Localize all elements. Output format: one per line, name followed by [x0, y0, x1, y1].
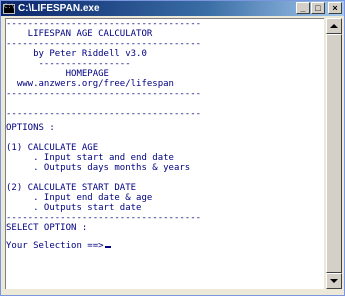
console-line: ------------------------------------	[6, 19, 202, 29]
console-icon	[3, 3, 15, 14]
selection-prompt[interactable]: Your Selection ==>	[6, 241, 111, 251]
minimize-button[interactable]: _	[296, 2, 310, 14]
title-bar[interactable]: C:\LIFESPAN.exe _ □ ×	[1, 1, 344, 16]
console-line: . Input end date & age	[6, 193, 153, 203]
scroll-up-button[interactable]	[326, 18, 342, 34]
console-line: ------------------------------------	[6, 39, 202, 49]
console-line: ------------------------------------	[6, 213, 202, 223]
console-line: -----------------	[6, 59, 131, 69]
console-line: . Outputs days months & years	[6, 163, 191, 173]
scrollbar-thumb[interactable]	[326, 34, 342, 273]
vertical-scrollbar[interactable]	[326, 18, 342, 289]
console-line: OPTIONS :	[6, 123, 55, 133]
console-line: www.anzwers.org/free/lifespan	[6, 79, 174, 89]
window-controls: _ □ ×	[296, 2, 342, 14]
console-line: LIFESPAN AGE CALCULATOR	[6, 29, 153, 39]
console-output[interactable]: ------------------------------------ LIF…	[5, 18, 324, 289]
console-line: SELECT OPTION :	[6, 223, 88, 233]
console-line: ------------------------------------	[6, 109, 202, 119]
console-line: . Outputs start date	[6, 203, 142, 213]
window-title: C:\LIFESPAN.exe	[18, 3, 100, 14]
console-window: C:\LIFESPAN.exe _ □ × ------------------…	[0, 0, 345, 296]
console-line: . Input start and end date	[6, 153, 174, 163]
console-line: ------------------------------------	[6, 89, 202, 99]
down-arrow-icon	[330, 279, 338, 283]
up-arrow-icon	[330, 24, 338, 28]
console-line: (2) CALCULATE START DATE	[6, 183, 137, 193]
scroll-down-button[interactable]	[326, 273, 342, 289]
console-line: HOMEPAGE	[6, 69, 109, 79]
selection-prompt-text: Your Selection ==>	[6, 241, 104, 251]
close-button[interactable]: ×	[328, 2, 342, 14]
text-cursor	[104, 246, 111, 248]
console-line: (1) CALCULATE AGE	[6, 143, 99, 153]
maximize-button[interactable]: □	[311, 2, 325, 14]
console-line: by Peter Riddell v3.0	[6, 49, 147, 59]
